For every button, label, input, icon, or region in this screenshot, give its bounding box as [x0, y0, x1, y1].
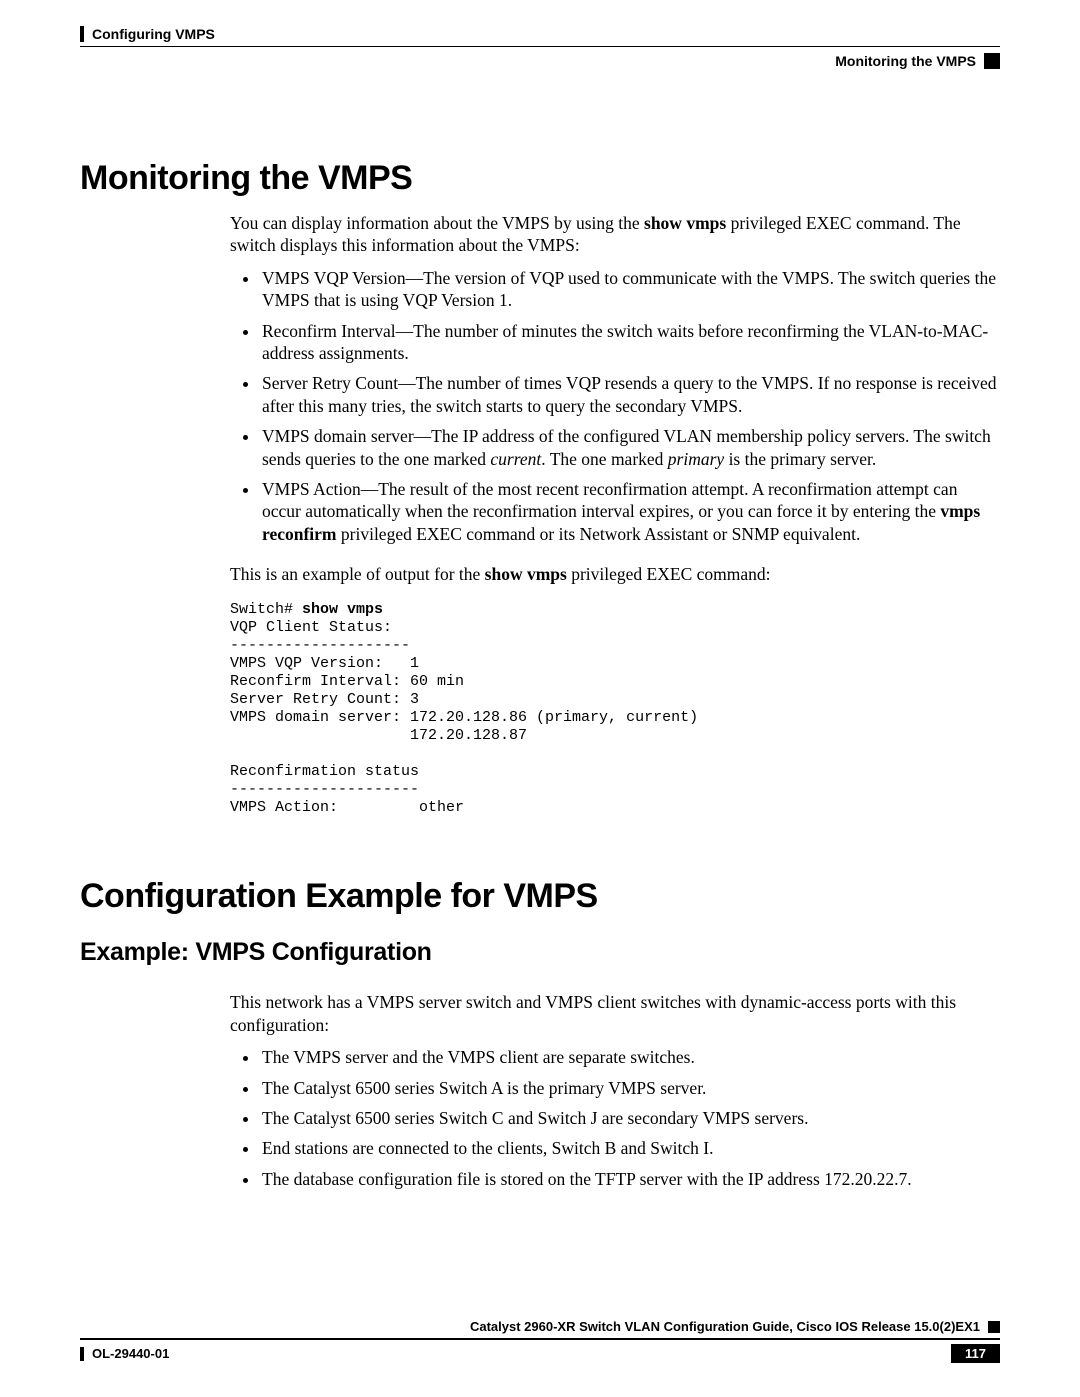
list-item: The Catalyst 6500 series Switch C and Sw…	[260, 1107, 1000, 1129]
text: VMPS Action—The result of the most recen…	[262, 479, 957, 521]
cli-line: Server Retry Count: 3	[230, 691, 419, 708]
section-header-right: Monitoring the VMPS	[80, 53, 1000, 69]
cli-line: Reconfirm Interval: 60 min	[230, 673, 464, 690]
running-header: Configuring VMPS	[80, 26, 1000, 42]
page-number-badge: 117	[951, 1344, 1000, 1363]
list-item: Reconfirm Interval—The number of minutes…	[260, 320, 1000, 365]
list-item: End stations are connected to the client…	[260, 1137, 1000, 1159]
example-lead: This is an example of output for the sho…	[230, 563, 1000, 585]
section-name: Monitoring the VMPS	[835, 53, 976, 69]
document-id: OL-29440-01	[92, 1346, 169, 1361]
cli-line: ---------------------	[230, 781, 419, 798]
text: . The one marked	[541, 449, 668, 469]
list-item: VMPS VQP Version—The version of VQP used…	[260, 267, 1000, 312]
cli-line: 172.20.128.87	[230, 727, 527, 744]
cli-line: VQP Client Status:	[230, 619, 392, 636]
text: privileged EXEC command:	[567, 564, 771, 584]
cli-line: VMPS domain server: 172.20.128.86 (prima…	[230, 709, 698, 726]
list-item: VMPS Action—The result of the most recen…	[260, 478, 1000, 545]
list-item: The VMPS server and the VMPS client are …	[260, 1046, 1000, 1068]
text: privileged EXEC command or its Network A…	[337, 524, 861, 544]
cli-command: show vmps	[302, 601, 383, 618]
config-list: The VMPS server and the VMPS client are …	[230, 1046, 1000, 1190]
chapter-title: Configuring VMPS	[92, 26, 215, 42]
emphasis: primary	[668, 449, 724, 469]
footer-bar-icon	[80, 1347, 84, 1361]
emphasis: current	[490, 449, 541, 469]
intro-paragraph: This network has a VMPS server switch an…	[230, 991, 1000, 1036]
list-item: VMPS domain server—The IP address of the…	[260, 425, 1000, 470]
section-body-monitoring: You can display information about the VM…	[230, 212, 1000, 817]
subheading-example-vmps-config: Example: VMPS Configuration	[80, 938, 1000, 967]
cli-line: Reconfirmation status	[230, 763, 419, 780]
header-bar-icon	[80, 26, 84, 42]
cli-line: --------------------	[230, 637, 410, 654]
cli-prompt: Switch#	[230, 601, 302, 618]
text: This is an example of output for the	[230, 564, 485, 584]
cli-line: VMPS VQP Version: 1	[230, 655, 419, 672]
intro-paragraph: You can display information about the VM…	[230, 212, 1000, 257]
list-item: Server Retry Count—The number of times V…	[260, 372, 1000, 417]
cli-line: VMPS Action: other	[230, 799, 464, 816]
text: You can display information about the VM…	[230, 213, 644, 233]
heading-config-example: Configuration Example for VMPS	[80, 877, 1000, 916]
cli-output: Switch# show vmps VQP Client Status: ---…	[230, 601, 1000, 817]
list-item: The Catalyst 6500 series Switch A is the…	[260, 1077, 1000, 1099]
section-body-config-example: This network has a VMPS server switch an…	[230, 991, 1000, 1190]
header-square-icon	[984, 53, 1000, 69]
command-name: show vmps	[485, 564, 567, 584]
header-rule	[80, 46, 1000, 47]
list-item: The database configuration file is store…	[260, 1168, 1000, 1190]
page-footer: Catalyst 2960-XR Switch VLAN Configurati…	[80, 1319, 1000, 1363]
text: is the primary server.	[724, 449, 876, 469]
publication-title: Catalyst 2960-XR Switch VLAN Configurati…	[470, 1319, 980, 1334]
vmps-info-list: VMPS VQP Version—The version of VQP used…	[230, 267, 1000, 545]
heading-monitoring-vmps: Monitoring the VMPS	[80, 159, 1000, 198]
command-name: show vmps	[644, 213, 726, 233]
footer-square-icon	[988, 1321, 1000, 1333]
footer-rule	[80, 1338, 1000, 1340]
